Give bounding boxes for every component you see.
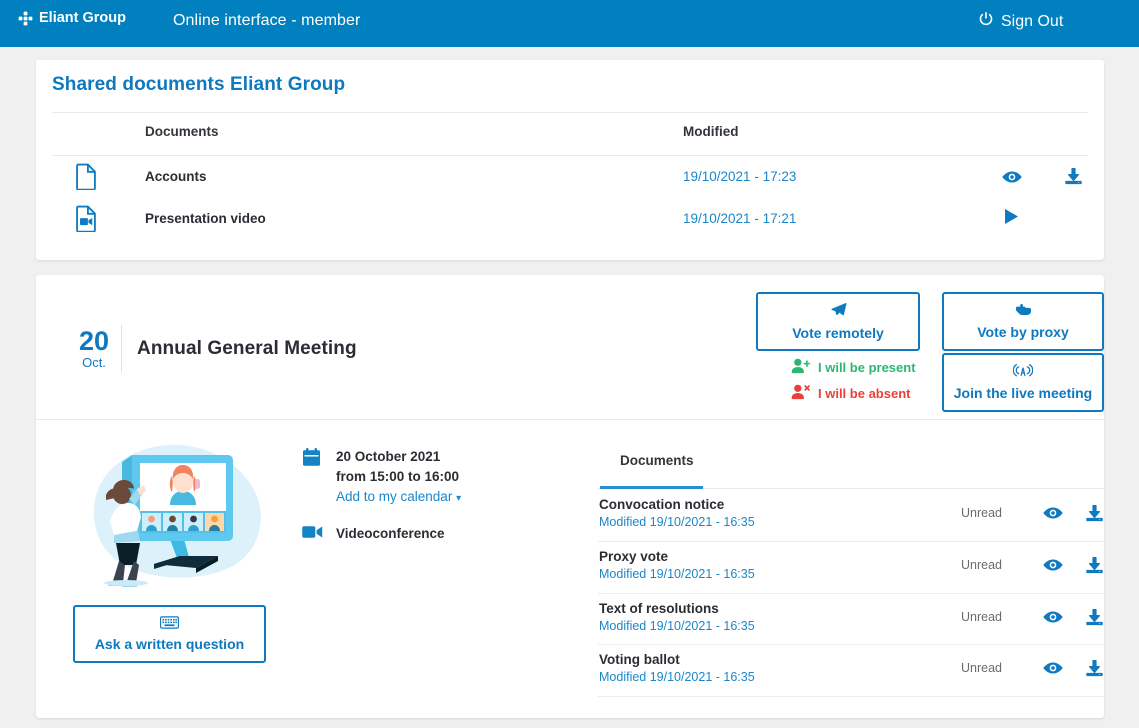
meeting-divider-horizontal [36,419,1104,420]
document-name: Accounts [145,169,207,184]
status-badge: Unread [961,506,1002,520]
app-header: Eliant Group Online interface - member S… [0,0,1139,47]
meeting-divider-vertical [121,325,122,372]
sign-out-button[interactable]: Sign Out [978,11,1063,32]
power-icon [978,11,994,32]
tab-documents[interactable]: Documents [620,453,694,468]
meeting-day: 20 [62,327,126,355]
view-icon[interactable] [1043,558,1063,577]
add-to-calendar-link[interactable]: Add to my calendar ▾ [336,489,461,504]
videoconference-illustration [66,443,266,593]
vote-remotely-button[interactable]: Vote remotely [756,292,920,351]
keyboard-icon [160,616,179,633]
ask-written-question-button[interactable]: Ask a written question [73,605,266,663]
document-modified: Modified 19/10/2021 - 16:35 [599,619,755,633]
i-will-be-present-option[interactable]: I will be present [791,358,916,377]
document-modified: Modified 19/10/2021 - 16:35 [599,515,755,529]
user-times-icon [791,384,810,403]
meeting-card: 20 Oct. Annual General Meeting Vote remo… [36,275,1104,718]
document-name: Proxy vote [599,549,668,564]
vote-remotely-label: Vote remotely [792,325,884,342]
clone-logo-icon [18,11,33,26]
brand-label: Eliant Group [39,10,126,26]
meeting-month: Oct. [62,355,126,370]
tab-documents-label: Documents [620,453,694,468]
list-item[interactable]: Voting ballot Modified 19/10/2021 - 16:3… [598,644,1104,695]
i-will-be-absent-option[interactable]: I will be absent [791,384,910,403]
column-header-documents: Documents [145,124,219,139]
view-icon[interactable] [1043,506,1063,525]
meeting-title: Annual General Meeting [137,338,357,360]
brand[interactable]: Eliant Group [18,10,126,26]
download-icon[interactable] [1086,659,1103,682]
table-row[interactable]: Presentation video 19/10/2021 - 17:21 [36,198,1104,240]
video-camera-icon [302,525,323,544]
broadcast-tower-icon [1013,363,1033,382]
document-name: Presentation video [145,211,266,226]
view-icon[interactable] [1043,610,1063,629]
shared-documents-table-header: Documents Modified [36,112,1104,155]
calendar-icon [303,448,320,471]
document-name: Text of resolutions [599,601,719,616]
view-icon[interactable] [1043,661,1063,680]
document-name: Convocation notice [599,497,724,512]
hand-point-icon [1015,302,1032,321]
download-icon[interactable] [1065,167,1082,190]
i-will-be-absent-label: I will be absent [818,386,910,401]
i-will-be-present-label: I will be present [818,360,916,375]
shared-documents-card: Shared documents Eliant Group Documents … [36,60,1104,260]
document-name: Voting ballot [599,652,680,667]
join-live-meeting-label: Join the live meeting [954,385,1092,402]
user-plus-icon [791,358,810,377]
vote-by-proxy-button[interactable]: Vote by proxy [942,292,1104,351]
document-modified: 19/10/2021 - 17:23 [683,169,796,184]
list-item[interactable]: Proxy vote Modified 19/10/2021 - 16:35 U… [598,541,1104,592]
column-header-modified: Modified [683,124,739,139]
shared-documents-title: Shared documents Eliant Group [52,74,345,96]
play-icon[interactable] [1004,208,1019,230]
document-modified: Modified 19/10/2021 - 16:35 [599,567,755,581]
meeting-mode: Videoconference [336,526,445,541]
join-live-meeting-button[interactable]: Join the live meeting [942,353,1104,412]
download-icon[interactable] [1086,504,1103,527]
status-badge: Unread [961,558,1002,572]
list-item[interactable]: Text of resolutions Modified 19/10/2021 … [598,593,1104,644]
list-item[interactable]: Convocation notice Modified 19/10/2021 -… [598,489,1104,540]
paper-plane-icon [830,302,847,322]
sign-out-label: Sign Out [1001,13,1063,31]
file-video-icon [76,205,97,237]
status-badge: Unread [961,661,1002,675]
table-row[interactable]: Accounts 19/10/2021 - 17:23 [36,156,1104,198]
meeting-date: 20 October 2021 [336,449,440,464]
download-icon[interactable] [1086,608,1103,631]
view-icon[interactable] [1002,170,1022,189]
document-modified: Modified 19/10/2021 - 16:35 [599,670,755,684]
status-badge: Unread [961,610,1002,624]
download-icon[interactable] [1086,556,1103,579]
document-modified: 19/10/2021 - 17:21 [683,211,796,226]
page-subtitle: Online interface - member [173,12,360,30]
vote-by-proxy-label: Vote by proxy [977,324,1069,341]
meeting-time: from 15:00 to 16:00 [336,469,459,484]
file-icon [76,163,97,195]
chevron-down-icon: ▾ [456,493,461,504]
ask-written-question-label: Ask a written question [95,636,244,653]
list-divider [598,696,1104,697]
add-to-calendar-label: Add to my calendar [336,489,452,504]
